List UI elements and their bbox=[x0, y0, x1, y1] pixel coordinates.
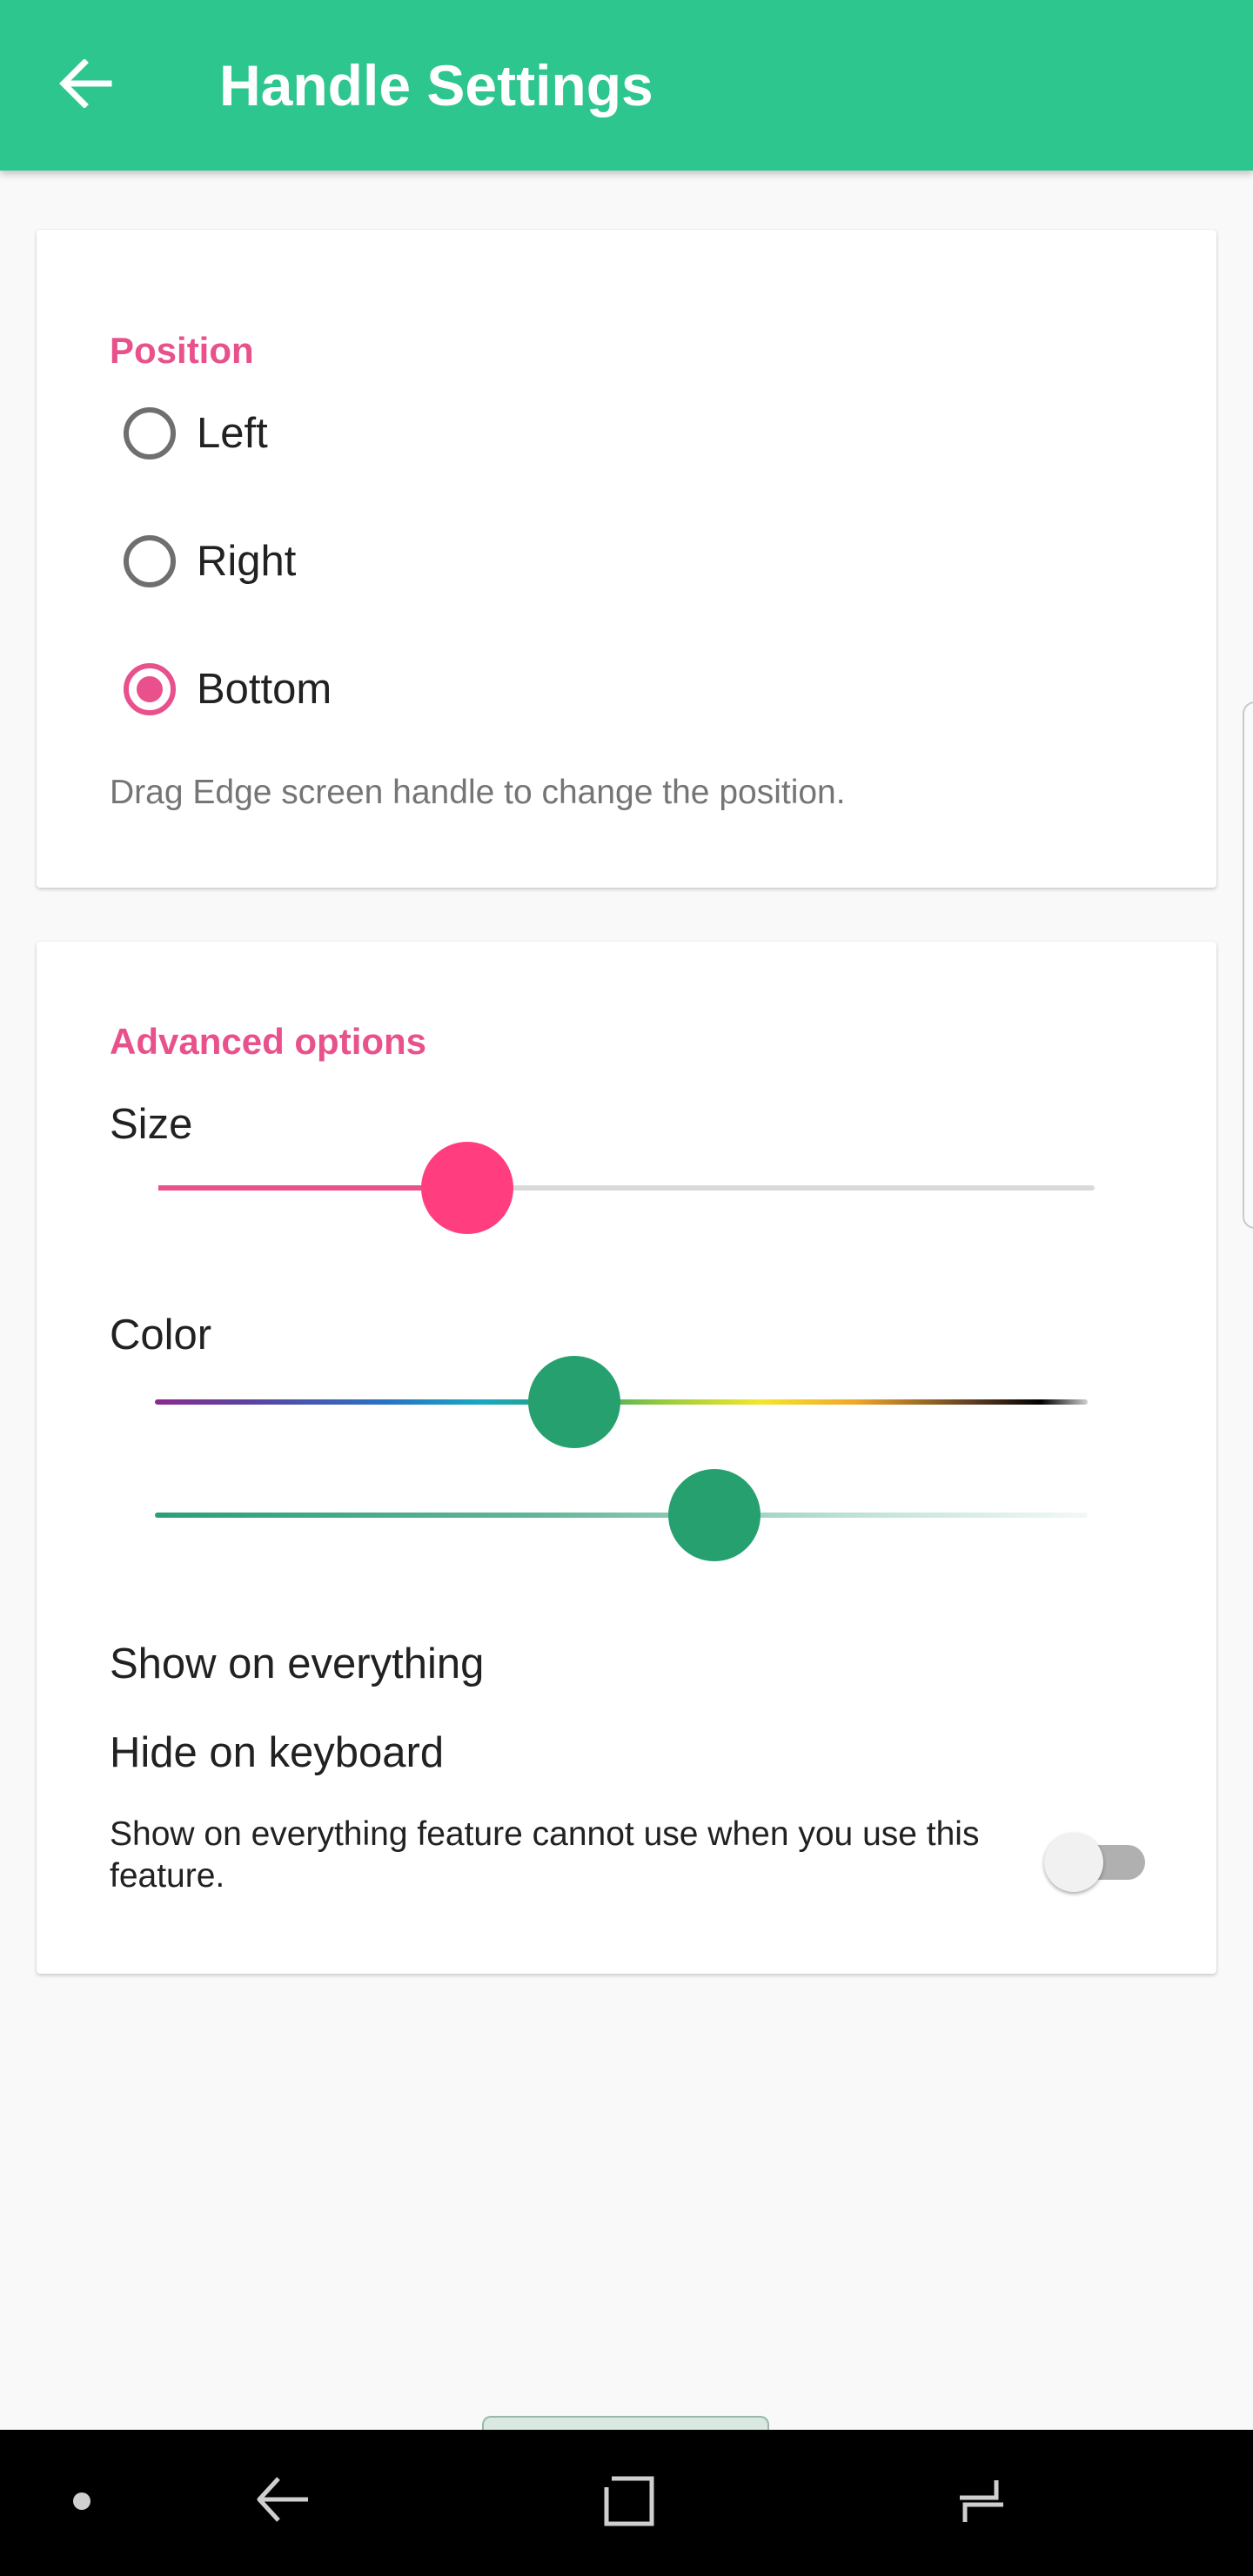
advanced-options-card: Advanced options Size Color Show on ever… bbox=[37, 942, 1216, 1974]
radio-button-right[interactable] bbox=[124, 535, 176, 587]
back-button[interactable] bbox=[50, 47, 120, 124]
back-icon[interactable] bbox=[254, 2473, 312, 2533]
color-label: Color bbox=[110, 1311, 212, 1358]
radio-option-bottom[interactable]: Bottom bbox=[124, 646, 733, 733]
color-hue-track[interactable] bbox=[155, 1399, 1088, 1405]
size-slider[interactable] bbox=[158, 1140, 1095, 1236]
color-alpha-slider[interactable] bbox=[155, 1467, 1088, 1563]
recents-icon[interactable] bbox=[601, 2473, 657, 2533]
radio-label-right: Right bbox=[197, 538, 297, 585]
nav-dot-button[interactable] bbox=[47, 2430, 117, 2576]
hide-on-keyboard-switch[interactable] bbox=[1044, 1822, 1152, 1892]
radio-option-right[interactable]: Right bbox=[124, 518, 733, 605]
hide-on-keyboard-description: Show on everything feature cannot use wh… bbox=[110, 1815, 980, 1895]
hide-on-keyboard-title: Hide on keyboard bbox=[110, 1729, 445, 1776]
position-section-header: Position bbox=[110, 330, 254, 371]
advanced-section-header: Advanced options bbox=[110, 1021, 427, 1062]
dot-icon[interactable] bbox=[71, 2491, 92, 2516]
nav-back-button[interactable] bbox=[235, 2430, 331, 2576]
system-nav-bar bbox=[0, 2430, 1253, 2576]
radio-label-left: Left bbox=[197, 410, 268, 457]
radio-button-left[interactable] bbox=[124, 407, 176, 460]
size-slider-thumb[interactable] bbox=[421, 1142, 513, 1234]
position-card: Position Left Right Bottom Drag Edge scr… bbox=[37, 230, 1216, 888]
color-alpha-track[interactable] bbox=[155, 1513, 1088, 1518]
radio-label-bottom: Bottom bbox=[197, 666, 332, 713]
nav-recents-button[interactable] bbox=[581, 2430, 677, 2576]
switch-knob[interactable] bbox=[1044, 1833, 1103, 1892]
edge-screen-handle[interactable] bbox=[1243, 701, 1253, 1229]
show-on-everything-option[interactable]: Show on everything bbox=[110, 1638, 484, 1690]
page-title: Handle Settings bbox=[219, 53, 653, 117]
app-bar: Handle Settings bbox=[0, 0, 1253, 171]
arrow-back-icon[interactable] bbox=[58, 57, 112, 112]
position-helper-text: Drag Edge screen handle to change the po… bbox=[110, 774, 846, 811]
radio-button-bottom[interactable] bbox=[124, 663, 176, 715]
radio-option-left[interactable]: Left bbox=[124, 390, 733, 477]
color-hue-slider[interactable] bbox=[155, 1354, 1088, 1450]
home-icon[interactable] bbox=[953, 2473, 1008, 2533]
color-hue-thumb[interactable] bbox=[528, 1356, 620, 1448]
nav-home-button[interactable] bbox=[933, 2430, 1029, 2576]
color-alpha-thumb[interactable] bbox=[668, 1469, 761, 1561]
